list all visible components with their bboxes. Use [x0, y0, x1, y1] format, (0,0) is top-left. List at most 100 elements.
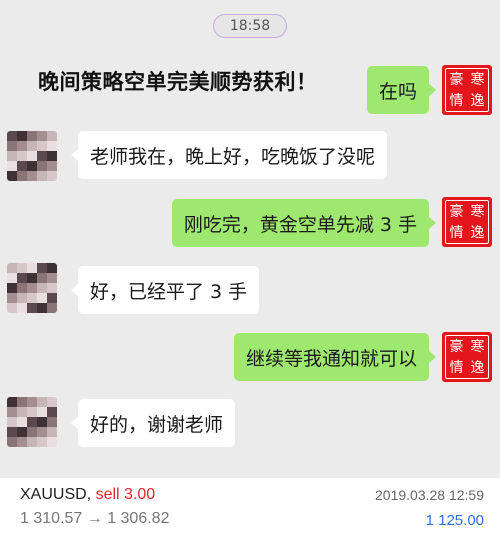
message-bubble-incoming[interactable]: 老师我在，晚上好，吃晚饭了没呢	[70, 131, 388, 179]
avatar-mosaic-cell	[17, 263, 27, 273]
avatar-mosaic-cell	[7, 141, 17, 151]
timestamp-pill: 18:58	[213, 14, 287, 38]
trade-price-line: 1 310.57 → 1 306.82	[20, 510, 169, 528]
avatar-mosaic-cell	[37, 427, 47, 437]
message-bubble-outgoing[interactable]: 在吗	[366, 66, 437, 114]
close-price: 1 306.82	[107, 510, 170, 527]
avatar-mosaic-cell	[37, 397, 47, 407]
sender-avatar-seal[interactable]: 豪 寒 情 逸	[442, 65, 492, 115]
message-text: 老师我在，晚上好，吃晚饭了没呢	[90, 145, 376, 168]
avatar-mosaic-cell	[37, 417, 47, 427]
avatar-mosaic-cell	[37, 273, 47, 283]
avatar-mosaic-cell	[47, 151, 57, 161]
seal-char: 豪	[449, 338, 464, 355]
avatar-mosaic-cell	[7, 131, 17, 141]
seal-grid: 豪 寒 情 逸	[445, 68, 489, 112]
avatar-mosaic-cell	[27, 131, 37, 141]
avatar-mosaic-cell	[17, 161, 27, 171]
avatar-mosaic-cell	[47, 437, 57, 447]
avatar-mosaic-cell	[17, 303, 27, 313]
trade-summary-bar[interactable]: XAUUSD, sell 3.00 2019.03.28 12:59 1 310…	[0, 478, 500, 536]
avatar-mosaic-cell	[47, 161, 57, 171]
avatar-mosaic-cell	[47, 171, 57, 181]
seal-grid: 豪 寒 情 逸	[445, 200, 489, 244]
avatar-mosaic-cell	[7, 293, 17, 303]
trade-symbol: XAUUSD,	[20, 486, 92, 503]
avatar-mosaic-cell	[7, 437, 17, 447]
avatar-mosaic-cell	[47, 303, 57, 313]
avatar-mosaic-cell	[7, 427, 17, 437]
headline-text: 晚间策略空单完美顺势获利！	[38, 70, 318, 94]
timestamp-text: 18:58	[229, 18, 271, 34]
sender-avatar-seal[interactable]: 豪 寒 情 逸	[442, 197, 492, 247]
avatar-mosaic-cell	[27, 293, 37, 303]
contact-avatar[interactable]	[7, 131, 57, 181]
message-bubble-incoming[interactable]: 好，已经平了 3 手	[70, 266, 260, 314]
trade-datetime: 2019.03.28 12:59	[375, 487, 484, 503]
avatar-mosaic-cell	[37, 437, 47, 447]
avatar-mosaic-cell	[47, 417, 57, 427]
avatar-mosaic-cell	[27, 427, 37, 437]
avatar-mosaic-cell	[27, 417, 37, 427]
avatar-mosaic-cell	[7, 283, 17, 293]
message-bubble-outgoing[interactable]: 继续等我通知就可以	[233, 333, 437, 381]
avatar-mosaic-cell	[27, 303, 37, 313]
message-text: 在吗	[378, 80, 417, 103]
avatar-mosaic-cell	[17, 283, 27, 293]
avatar-mosaic-cell	[27, 171, 37, 181]
trade-side: sell 3.00	[95, 486, 156, 503]
avatar-mosaic-cell	[37, 151, 47, 161]
avatar-mosaic-cell	[7, 303, 17, 313]
avatar-mosaic-cell	[37, 131, 47, 141]
avatar-mosaic-cell	[27, 161, 37, 171]
contact-avatar[interactable]	[7, 397, 57, 447]
avatar-mosaic-cell	[7, 397, 17, 407]
avatar-mosaic-cell	[37, 263, 47, 273]
avatar-mosaic-cell	[7, 161, 17, 171]
avatar-mosaic-cell	[47, 283, 57, 293]
avatar-mosaic-cell	[7, 273, 17, 283]
avatar-mosaic-cell	[47, 397, 57, 407]
seal-char: 情	[449, 359, 464, 376]
message-text: 继续等我通知就可以	[245, 347, 417, 370]
seal-char: 寒	[470, 203, 485, 220]
message-bubble-outgoing[interactable]: 刚吃完，黄金空单先减 3 手	[171, 199, 437, 247]
price-arrow: →	[86, 510, 103, 527]
message-text: 好的，谢谢老师	[90, 413, 224, 436]
avatar-mosaic-cell	[47, 263, 57, 273]
avatar-mosaic-cell	[27, 273, 37, 283]
avatar-mosaic-cell	[27, 263, 37, 273]
avatar-mosaic-cell	[7, 171, 17, 181]
avatar-mosaic-cell	[7, 263, 17, 273]
avatar-mosaic-cell	[7, 417, 17, 427]
trade-profit: 1 125.00	[425, 512, 484, 529]
avatar-mosaic-cell	[17, 407, 27, 417]
message-text: 刚吃完，黄金空单先减 3 手	[183, 213, 417, 236]
avatar-mosaic-cell	[37, 283, 47, 293]
avatar-mosaic-cell	[27, 151, 37, 161]
avatar-mosaic-cell	[47, 427, 57, 437]
message-text: 好，已经平了 3 手	[90, 280, 248, 303]
avatar-mosaic-cell	[47, 141, 57, 151]
avatar-mosaic-cell	[7, 151, 17, 161]
seal-char: 豪	[449, 203, 464, 220]
avatar-mosaic-cell	[37, 171, 47, 181]
seal-char: 逸	[470, 359, 485, 376]
sender-avatar-seal[interactable]: 豪 寒 情 逸	[442, 332, 492, 382]
message-bubble-incoming[interactable]: 好的，谢谢老师	[70, 399, 236, 447]
avatar-mosaic-cell	[7, 407, 17, 417]
seal-char: 寒	[470, 71, 485, 88]
avatar-mosaic-cell	[27, 283, 37, 293]
avatar-mosaic-cell	[17, 171, 27, 181]
avatar-mosaic-cell	[47, 293, 57, 303]
avatar-mosaic-cell	[17, 427, 27, 437]
open-price: 1 310.57	[20, 510, 83, 527]
avatar-mosaic-cell	[17, 397, 27, 407]
seal-char: 寒	[470, 338, 485, 355]
contact-avatar[interactable]	[7, 263, 57, 313]
avatar-mosaic-cell	[37, 161, 47, 171]
avatar-mosaic-cell	[37, 303, 47, 313]
seal-char: 逸	[470, 92, 485, 109]
seal-grid: 豪 寒 情 逸	[445, 335, 489, 379]
avatar-mosaic-cell	[17, 417, 27, 427]
